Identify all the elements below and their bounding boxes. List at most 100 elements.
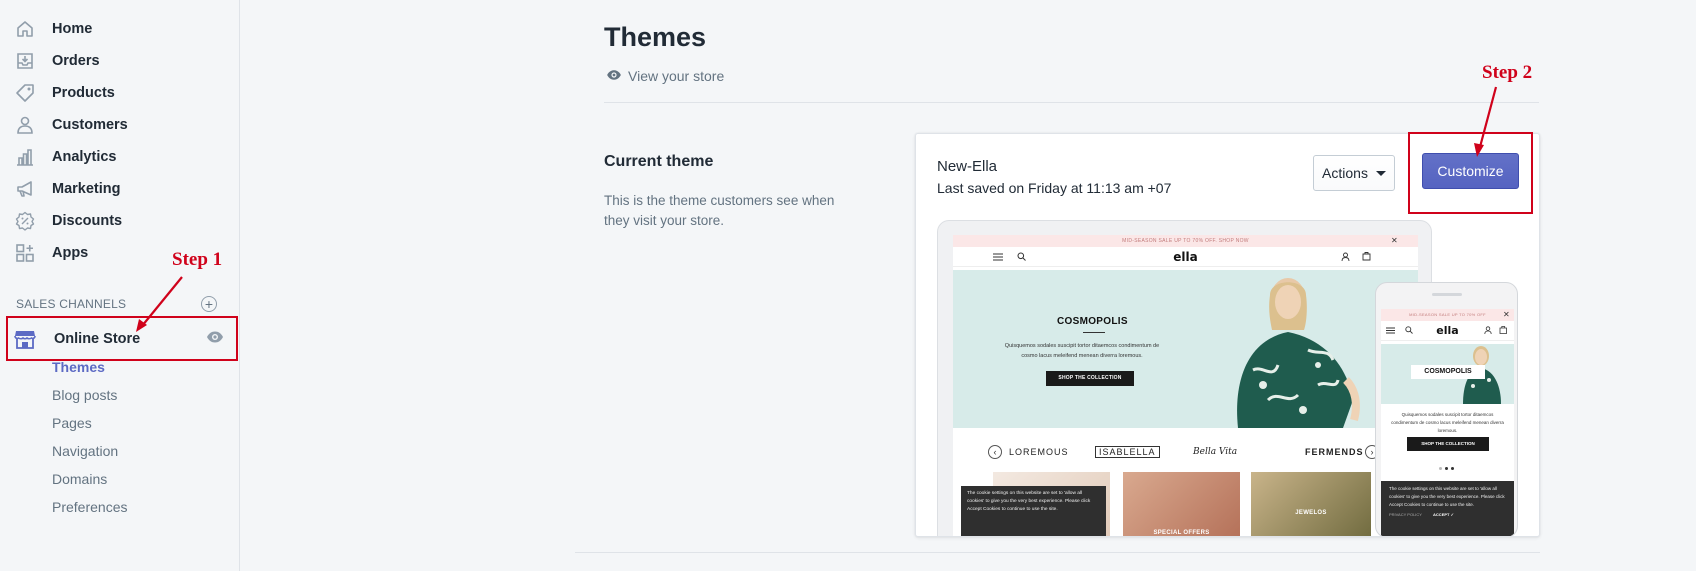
sidebar-item-orders[interactable]: Orders <box>14 47 234 75</box>
view-store-link[interactable]: View your store <box>606 68 724 84</box>
view-store-label: View your store <box>628 68 725 84</box>
carousel-dot <box>1439 467 1442 470</box>
menu-icon <box>1386 327 1395 334</box>
sidebar-item-label: Customers <box>52 117 128 133</box>
tile-label: JEWELOS <box>1295 510 1327 516</box>
bar-chart-icon <box>14 146 36 168</box>
theme-name: New-Ella <box>937 158 998 175</box>
current-theme-heading: Current theme <box>604 153 714 170</box>
sidebar-item-label: Products <box>52 85 115 101</box>
plus-icon: + <box>204 296 214 312</box>
carousel-dot <box>1451 467 1454 470</box>
sidebar-item-online-store[interactable]: Online Store <box>6 316 238 361</box>
orders-icon <box>14 50 36 72</box>
account-icon <box>1341 252 1350 261</box>
cookie-accept-button: ACCEPT ✓ <box>1433 512 1454 517</box>
home-icon <box>14 18 36 40</box>
sidebar: Home Orders Products Customers Analytics… <box>0 0 240 571</box>
cookie-policy-link: PRIVACY POLICY <box>1389 512 1422 517</box>
online-store-label: Online Store <box>54 330 141 347</box>
brand-logo: FERMENDS <box>1305 447 1364 457</box>
step1-annotation: Step 1 <box>172 249 223 270</box>
hero-title: COSMOPOLIS <box>1057 316 1128 327</box>
sidebar-subitem-domains[interactable]: Domains <box>52 471 107 487</box>
chevron-left-icon: ‹ <box>988 445 1002 459</box>
speaker-slot <box>1432 293 1462 296</box>
hero-model-image <box>1237 278 1360 428</box>
section-divider <box>575 552 1540 553</box>
sidebar-item-products[interactable]: Products <box>14 79 234 107</box>
cookie-actions: PRIVACY POLICY ACCEPT ✓ <box>1389 511 1506 519</box>
store-logo: ella <box>1173 250 1198 264</box>
current-theme-description: This is the theme customers see when the… <box>604 193 835 228</box>
promo-text: MID-SEASON SALE UP TO 70% OFF. SHOP NOW <box>1122 238 1249 244</box>
brand-logo: Bella Vita <box>1193 447 1238 457</box>
tag-icon <box>14 82 36 104</box>
store-icon <box>14 328 36 350</box>
megaphone-icon <box>14 178 36 200</box>
theme-last-saved: Last saved on Friday at 11:13 am +07 <box>937 180 1172 196</box>
search-icon <box>1017 252 1026 261</box>
sidebar-subitem-pages[interactable]: Pages <box>52 415 92 431</box>
cookie-text: The cookie settings on this website are … <box>1389 486 1505 507</box>
sidebar-subitem-themes[interactable]: Themes <box>52 359 105 375</box>
desktop-preview: MID-SEASON SALE UP TO 70% OFF. SHOP NOW … <box>937 220 1432 536</box>
sidebar-item-marketing[interactable]: Marketing <box>14 175 234 203</box>
sidebar-item-label: Home <box>52 21 93 37</box>
mobile-hero-text: Quisquemos sodales suscipit tortor ditae… <box>1391 412 1504 433</box>
customize-label: Customize <box>1437 163 1504 179</box>
mobile-hero-banner: COSMOPOLIS <box>1381 344 1514 404</box>
mobile-hero-button: SHOP THE COLLECTION <box>1407 437 1489 451</box>
step2-annotation: Step 2 <box>1482 62 1533 83</box>
brand-strip: ‹ LOREMOUS ISABLELLA Bella Vita FERMENDS… <box>953 440 1418 464</box>
sidebar-item-label: Orders <box>52 53 100 69</box>
sidebar-item-customers[interactable]: Customers <box>14 111 234 139</box>
apps-icon <box>14 242 36 264</box>
mobile-preview: MID-SEASON SALE UP TO 70% OFF ✕ ella COS… <box>1375 282 1518 536</box>
cookie-banner: The cookie settings on this website are … <box>961 486 1106 536</box>
site-header: ella <box>953 247 1418 267</box>
mobile-hero-title: COSMOPOLIS <box>1411 365 1485 379</box>
sidebar-item-analytics[interactable]: Analytics <box>14 143 234 171</box>
person-icon <box>14 114 36 136</box>
hero-text: Quisquemos sodales suscipit tortor ditae… <box>1004 343 1160 359</box>
eye-icon <box>606 68 622 84</box>
page-title: Themes <box>604 22 707 52</box>
sidebar-subitem-blog-posts[interactable]: Blog posts <box>52 387 117 403</box>
close-icon: ✕ <box>1390 236 1398 245</box>
mobile-promo-bar: MID-SEASON SALE UP TO 70% OFF ✕ <box>1381 309 1514 321</box>
mobile-promo-text: MID-SEASON SALE UP TO 70% OFF <box>1409 312 1486 317</box>
cart-icon <box>1362 252 1371 261</box>
header-divider <box>604 102 1539 103</box>
sidebar-subitem-navigation[interactable]: Navigation <box>52 443 118 459</box>
hero-banner: COSMOPOLIS Quisquemos sodales suscipit t… <box>953 270 1418 428</box>
sidebar-subitem-preferences[interactable]: Preferences <box>52 499 127 515</box>
sidebar-item-label: Discounts <box>52 213 123 229</box>
sidebar-item-discounts[interactable]: Discounts <box>14 207 234 235</box>
mobile-cookie-banner: The cookie settings on this website are … <box>1381 481 1514 536</box>
sidebar-item-home[interactable]: Home <box>14 15 234 43</box>
tile-label: SPECIAL OFFERS <box>1153 530 1210 536</box>
actions-label: Actions <box>1322 165 1368 181</box>
step2-arrow <box>1474 86 1498 157</box>
collection-tile: SPECIAL OFFERS <box>1123 472 1240 536</box>
close-icon: ✕ <box>1502 310 1510 319</box>
menu-icon <box>993 253 1003 261</box>
add-channel-button[interactable]: + <box>201 296 217 312</box>
collection-tile: JEWELOS <box>1251 472 1371 536</box>
step1-arrow <box>136 276 183 332</box>
promo-bar: MID-SEASON SALE UP TO 70% OFF. SHOP NOW … <box>953 235 1418 247</box>
mobile-preview-screen: MID-SEASON SALE UP TO 70% OFF ✕ ella COS… <box>1381 309 1514 536</box>
caret-down-icon <box>1375 170 1386 176</box>
mobile-site-header: ella <box>1381 321 1514 341</box>
hero-divider <box>1083 332 1105 333</box>
carousel-dots <box>1439 467 1454 470</box>
brand-logo: LOREMOUS <box>1009 447 1069 457</box>
actions-button[interactable]: Actions <box>1313 155 1395 191</box>
cart-icon <box>1499 326 1507 334</box>
eye-icon[interactable] <box>206 330 224 349</box>
sales-channels-heading: SALES CHANNELS <box>16 297 127 311</box>
carousel-dot <box>1445 467 1448 470</box>
hero-button: SHOP THE COLLECTION <box>1046 371 1134 386</box>
sidebar-item-label: Analytics <box>52 149 117 165</box>
